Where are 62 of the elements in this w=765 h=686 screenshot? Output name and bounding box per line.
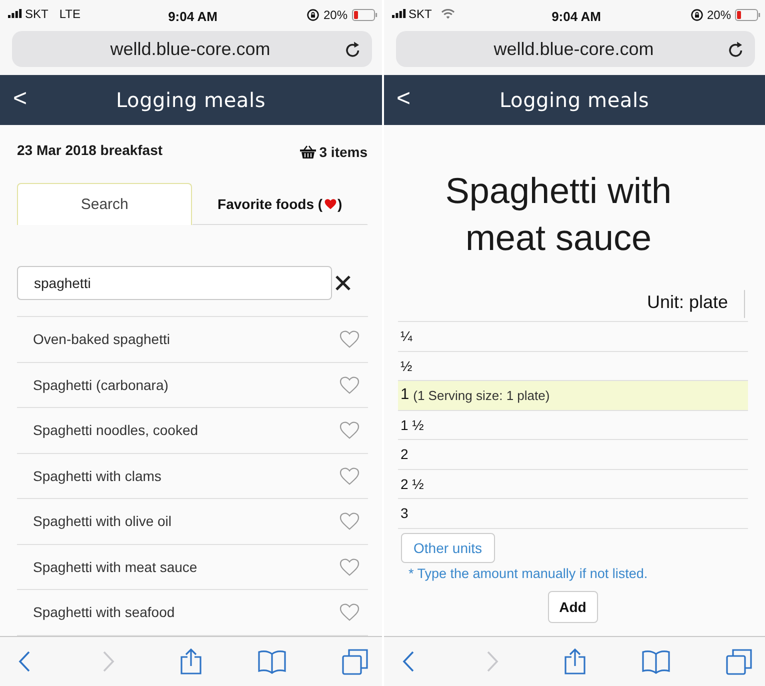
battery-percent: 20% bbox=[706, 8, 731, 22]
battery-icon bbox=[352, 9, 378, 21]
heart-icon[interactable] bbox=[338, 558, 360, 576]
network-type: LTE bbox=[59, 6, 80, 20]
rotation-lock-icon bbox=[307, 9, 320, 21]
back-button[interactable]: < bbox=[0, 85, 28, 115]
food-item[interactable]: Spaghetti with clams bbox=[17, 454, 368, 499]
book-icon[interactable] bbox=[258, 650, 286, 674]
share-icon[interactable] bbox=[180, 648, 202, 675]
hint-text: * Type the amount manually if not listed. bbox=[408, 564, 649, 582]
food-item[interactable]: Spaghetti (carbonara) bbox=[17, 362, 368, 408]
page-title: Logging meals bbox=[116, 88, 266, 112]
back-icon[interactable] bbox=[402, 651, 414, 672]
amount-option[interactable]: 3 bbox=[398, 499, 748, 528]
tabs-icon[interactable] bbox=[342, 648, 368, 674]
basket-icon bbox=[300, 144, 316, 158]
share-icon[interactable] bbox=[564, 648, 586, 675]
meal-title: 23 Mar 2018 breakfast bbox=[17, 142, 163, 158]
address-field[interactable]: welld.blue-core.com bbox=[12, 31, 372, 67]
heart-icon[interactable] bbox=[338, 421, 360, 440]
amount-option[interactable]: 2 bbox=[398, 440, 748, 470]
wifi-icon bbox=[440, 8, 455, 19]
signal-icon bbox=[392, 9, 406, 18]
heart-icon bbox=[324, 198, 337, 210]
add-button[interactable]: Add bbox=[548, 590, 598, 622]
clock-time: 9:04 AM bbox=[168, 9, 218, 24]
tab[interactable]: Favorite foods ( ) bbox=[192, 183, 368, 225]
other-units-button[interactable]: Other units bbox=[400, 532, 495, 562]
battery-percent: 20% bbox=[323, 8, 348, 22]
heart-icon[interactable] bbox=[338, 466, 360, 485]
carrier-name: SKT bbox=[25, 6, 48, 20]
reload-icon[interactable] bbox=[344, 40, 360, 58]
address-field[interactable]: welld.blue-core.com bbox=[396, 31, 755, 67]
heart-icon[interactable] bbox=[338, 330, 360, 348]
carrier-name: SKT bbox=[408, 6, 432, 20]
battery-icon bbox=[735, 9, 761, 21]
food-item[interactable]: Spaghetti with olive oil bbox=[17, 499, 368, 544]
food-item[interactable]: Oven-baked spaghetti bbox=[17, 317, 368, 362]
tabs-icon[interactable] bbox=[726, 648, 752, 674]
rotation-lock-icon bbox=[690, 9, 703, 21]
book-icon[interactable] bbox=[642, 650, 670, 674]
amount-option[interactable]: 1 ½ bbox=[398, 410, 748, 440]
amount-option[interactable]: 1 (1 Serving size: 1 plate) bbox=[398, 381, 748, 410]
heart-icon[interactable] bbox=[338, 376, 360, 394]
page-title: Logging meals bbox=[499, 88, 650, 112]
back-button[interactable]: < bbox=[384, 85, 411, 115]
food-title: Spaghetti with meat sauce bbox=[444, 169, 673, 260]
tab[interactable]: Search bbox=[17, 183, 192, 225]
reload-icon[interactable] bbox=[728, 40, 744, 58]
close-icon[interactable] bbox=[335, 275, 351, 291]
item-count: 3 items bbox=[319, 144, 368, 160]
heart-icon[interactable] bbox=[338, 512, 360, 530]
unit-select[interactable]: Unit: plate bbox=[646, 290, 745, 318]
clock-time: 9:04 AM bbox=[552, 9, 601, 24]
signal-icon bbox=[8, 9, 22, 18]
food-item[interactable]: Spaghetti with meat sauce bbox=[17, 544, 368, 590]
search-field[interactable]: spaghetti bbox=[17, 266, 332, 300]
food-item[interactable]: Spaghetti noodles, cooked bbox=[17, 408, 368, 454]
heart-icon[interactable] bbox=[338, 603, 360, 622]
amount-option[interactable]: 2 ½ bbox=[398, 470, 748, 499]
amount-option[interactable]: ¼ bbox=[398, 322, 748, 352]
back-icon[interactable] bbox=[18, 651, 30, 672]
